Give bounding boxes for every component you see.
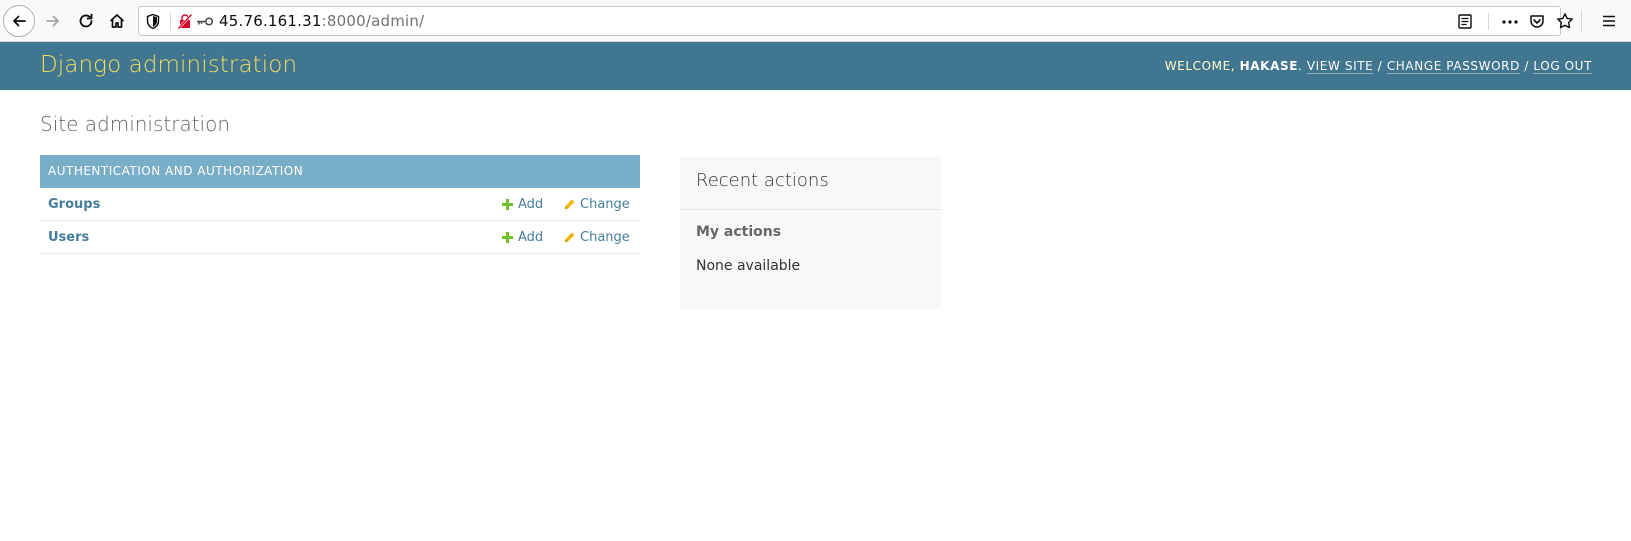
recent-actions-title: Recent actions [696, 170, 829, 191]
admin-header: Django administration WELCOME, HAKASE. V… [0, 42, 1631, 90]
tracking-shield-icon[interactable] [145, 13, 161, 34]
change-label: Change [580, 230, 630, 245]
hamburger-menu-icon[interactable] [1593, 5, 1625, 37]
back-arrow-icon[interactable] [3, 5, 35, 37]
add-groups-button[interactable]: Add [502, 188, 543, 221]
url-path: :8000/admin/ [321, 12, 425, 30]
add-label: Add [518, 197, 544, 212]
table-row: Users Add Change [40, 221, 640, 254]
plus-icon [502, 199, 513, 210]
insecure-connection-icon[interactable] [177, 13, 193, 34]
none-available-text: None available [696, 258, 801, 274]
module-caption[interactable]: AUTHENTICATION AND AUTHORIZATION [40, 155, 640, 188]
welcome-text: WELCOME, [1164, 59, 1236, 73]
change-users-button[interactable]: Change [564, 221, 630, 254]
pencil-icon [565, 199, 575, 209]
user-tools: WELCOME, HAKASE. VIEW SITE / CHANGE PASS… [1165, 58, 1592, 74]
reload-icon[interactable] [70, 5, 102, 37]
reader-view-icon[interactable] [1457, 13, 1473, 34]
page-title: Site administration [40, 112, 231, 136]
url-divider [170, 13, 171, 30]
pocket-icon[interactable] [1529, 13, 1545, 34]
recent-actions-panel: Recent actions My actions None available [680, 157, 941, 309]
url-host: 45.76.161.31 [219, 12, 322, 30]
url-bar[interactable]: 45.76.161.31:8000/admin/ [138, 6, 1573, 36]
change-password-link[interactable]: CHANGE PASSWORD [1386, 59, 1520, 74]
add-label: Add [518, 230, 544, 245]
view-site-link[interactable]: VIEW SITE [1306, 59, 1374, 74]
divider [680, 209, 941, 210]
add-users-button[interactable]: Add [502, 221, 543, 254]
log-out-link[interactable]: LOG OUT [1533, 59, 1592, 74]
table-row: Groups Add Change [40, 188, 640, 221]
separator: / [1524, 59, 1529, 73]
toolbar-divider [1581, 10, 1582, 32]
url-text[interactable]: 45.76.161.31:8000/admin/ [219, 12, 424, 31]
model-link-groups[interactable]: Groups [48, 188, 100, 221]
plus-icon [502, 232, 513, 243]
pencil-icon [565, 232, 575, 242]
username-dot: . [1298, 59, 1303, 73]
key-icon[interactable] [195, 13, 215, 34]
username: HAKASE [1239, 59, 1298, 73]
home-icon[interactable] [101, 5, 133, 37]
more-actions-icon[interactable] [1501, 13, 1519, 34]
bookmark-star-icon[interactable] [1556, 12, 1574, 34]
model-link-users[interactable]: Users [48, 221, 89, 254]
change-label: Change [580, 197, 630, 212]
url-divider [1488, 13, 1489, 30]
site-branding[interactable]: Django administration [40, 51, 297, 79]
forward-arrow-icon[interactable] [37, 5, 69, 37]
app-module-auth: AUTHENTICATION AND AUTHORIZATION Groups … [40, 155, 640, 254]
change-groups-button[interactable]: Change [564, 188, 630, 221]
separator: / [1377, 59, 1383, 73]
browser-toolbar: 45.76.161.31:8000/admin/ [0, 0, 1631, 42]
my-actions-heading: My actions [696, 224, 782, 240]
